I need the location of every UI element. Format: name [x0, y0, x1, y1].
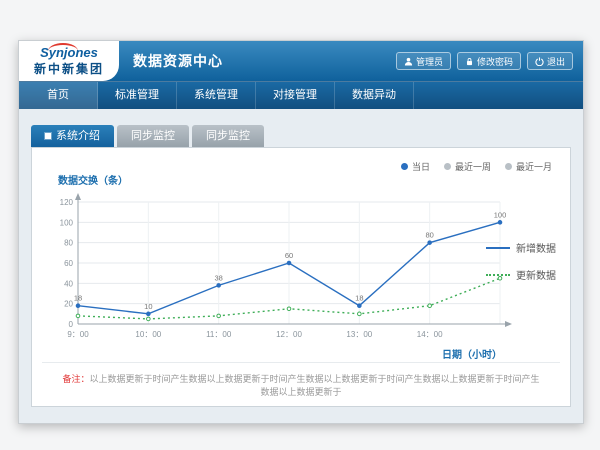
svg-text:20: 20	[64, 300, 73, 309]
remark-label: 备注：	[62, 374, 89, 384]
svg-text:120: 120	[60, 198, 74, 207]
admin-button[interactable]: 管理员	[396, 52, 451, 70]
nav-item-system-mgmt[interactable]: 系统管理	[177, 82, 256, 109]
power-icon	[535, 57, 544, 66]
chart-panel: 当日 最近一周 最近一月 数据交换（条） 0 20 40 60 80 100 120 9：00…	[31, 147, 571, 407]
nav-item-data-change[interactable]: 数据异动	[335, 82, 414, 109]
legend-last-week-label: 最近一周	[455, 160, 491, 173]
change-password-button[interactable]: 修改密码	[457, 52, 521, 70]
legend-today[interactable]: 当日	[401, 160, 430, 173]
page-title: 数据资源中心	[133, 41, 223, 81]
svg-text:80: 80	[425, 231, 433, 240]
legend-last-month-label: 最近一月	[516, 160, 552, 173]
header-actions: 管理员 修改密码 退出	[396, 52, 573, 70]
content-area: 系统介绍 同步监控 同步监控 当日 最近一周	[19, 109, 583, 423]
svg-text:12：00: 12：00	[276, 330, 302, 339]
svg-text:40: 40	[64, 279, 73, 288]
admin-button-label: 管理员	[416, 55, 443, 68]
company-logo: Synjones 新中新集团	[19, 41, 119, 81]
green-dotted-line-sample-icon	[486, 274, 510, 276]
nav-item-standard-mgmt[interactable]: 标准管理	[98, 82, 177, 109]
svg-text:100: 100	[494, 210, 507, 219]
legend-last-month-dot-icon	[505, 163, 512, 170]
svg-text:60: 60	[64, 259, 73, 268]
app-window: Synjones 新中新集团 数据资源中心 管理员 修改密码	[18, 40, 584, 424]
remark-text: 备注：以上数据更新于时间产生数据以上数据更新于时间产生数据以上数据更新于时间产生…	[32, 372, 570, 398]
series-update-data-label: 更新数据	[516, 267, 556, 282]
nav-item-docking-mgmt[interactable]: 对接管理	[256, 82, 335, 109]
nav-item-home[interactable]: 首页	[19, 82, 98, 109]
tab-system-intro[interactable]: 系统介绍	[31, 125, 114, 147]
series-new-data-label: 新增数据	[516, 240, 556, 255]
svg-text:10：00: 10：00	[135, 330, 161, 339]
tab-sync-monitor-1-label: 同步监控	[131, 125, 175, 147]
svg-text:18: 18	[74, 294, 82, 303]
svg-text:0: 0	[69, 320, 74, 329]
blue-line-sample-icon	[486, 247, 510, 249]
svg-text:18: 18	[355, 294, 363, 303]
legend-today-label: 当日	[412, 160, 430, 173]
svg-text:38: 38	[214, 273, 222, 282]
svg-text:100: 100	[60, 218, 74, 227]
tab-sync-monitor-2-label: 同步监控	[206, 125, 250, 147]
user-icon	[404, 57, 413, 66]
logout-button-label: 退出	[547, 55, 565, 68]
tab-system-intro-label: 系统介绍	[56, 125, 100, 147]
tab-grid-icon	[45, 133, 51, 139]
series-legend-new-data[interactable]: 新增数据	[486, 240, 556, 255]
time-range-legend: 当日 最近一周 最近一月	[401, 160, 552, 173]
lock-icon	[465, 57, 474, 66]
logo-text-cn: 新中新集团	[34, 60, 104, 77]
logo-text-en: Synjones	[40, 46, 98, 59]
x-axis-label: 日期（小时）	[32, 346, 502, 361]
data-exchange-line-chart: 0 20 40 60 80 100 120 9：00 10：00 11：00 12：00 13：00 1…	[46, 190, 516, 350]
svg-text:60: 60	[285, 251, 293, 260]
logout-button[interactable]: 退出	[527, 52, 573, 70]
series-legend-update-data[interactable]: 更新数据	[486, 267, 556, 282]
svg-text:13：00: 13：00	[346, 330, 372, 339]
tab-sync-monitor-1[interactable]: 同步监控	[117, 125, 189, 147]
y-axis-label: 数据交换（条）	[58, 172, 128, 187]
svg-text:10: 10	[144, 302, 152, 311]
legend-last-week[interactable]: 最近一周	[444, 160, 491, 173]
legend-last-week-dot-icon	[444, 163, 451, 170]
tab-bar: 系统介绍 同步监控 同步监控	[31, 125, 571, 147]
change-password-button-label: 修改密码	[477, 55, 513, 68]
remark-body: 以上数据更新于时间产生数据以上数据更新于时间产生数据以上数据更新于时间产生数据以…	[90, 374, 540, 397]
tab-sync-monitor-2[interactable]: 同步监控	[192, 125, 264, 147]
legend-last-month[interactable]: 最近一月	[505, 160, 552, 173]
panel-divider	[42, 362, 560, 363]
main-nav: 首页 标准管理 系统管理 对接管理 数据异动	[19, 81, 583, 109]
legend-today-dot-icon	[401, 163, 408, 170]
svg-text:80: 80	[64, 239, 73, 248]
app-header: Synjones 新中新集团 数据资源中心 管理员 修改密码	[19, 41, 583, 81]
svg-text:11：00: 11：00	[206, 330, 232, 339]
svg-text:9：00: 9：00	[67, 330, 89, 339]
series-legend: 新增数据 更新数据	[486, 240, 556, 294]
svg-text:14：00: 14：00	[417, 330, 443, 339]
